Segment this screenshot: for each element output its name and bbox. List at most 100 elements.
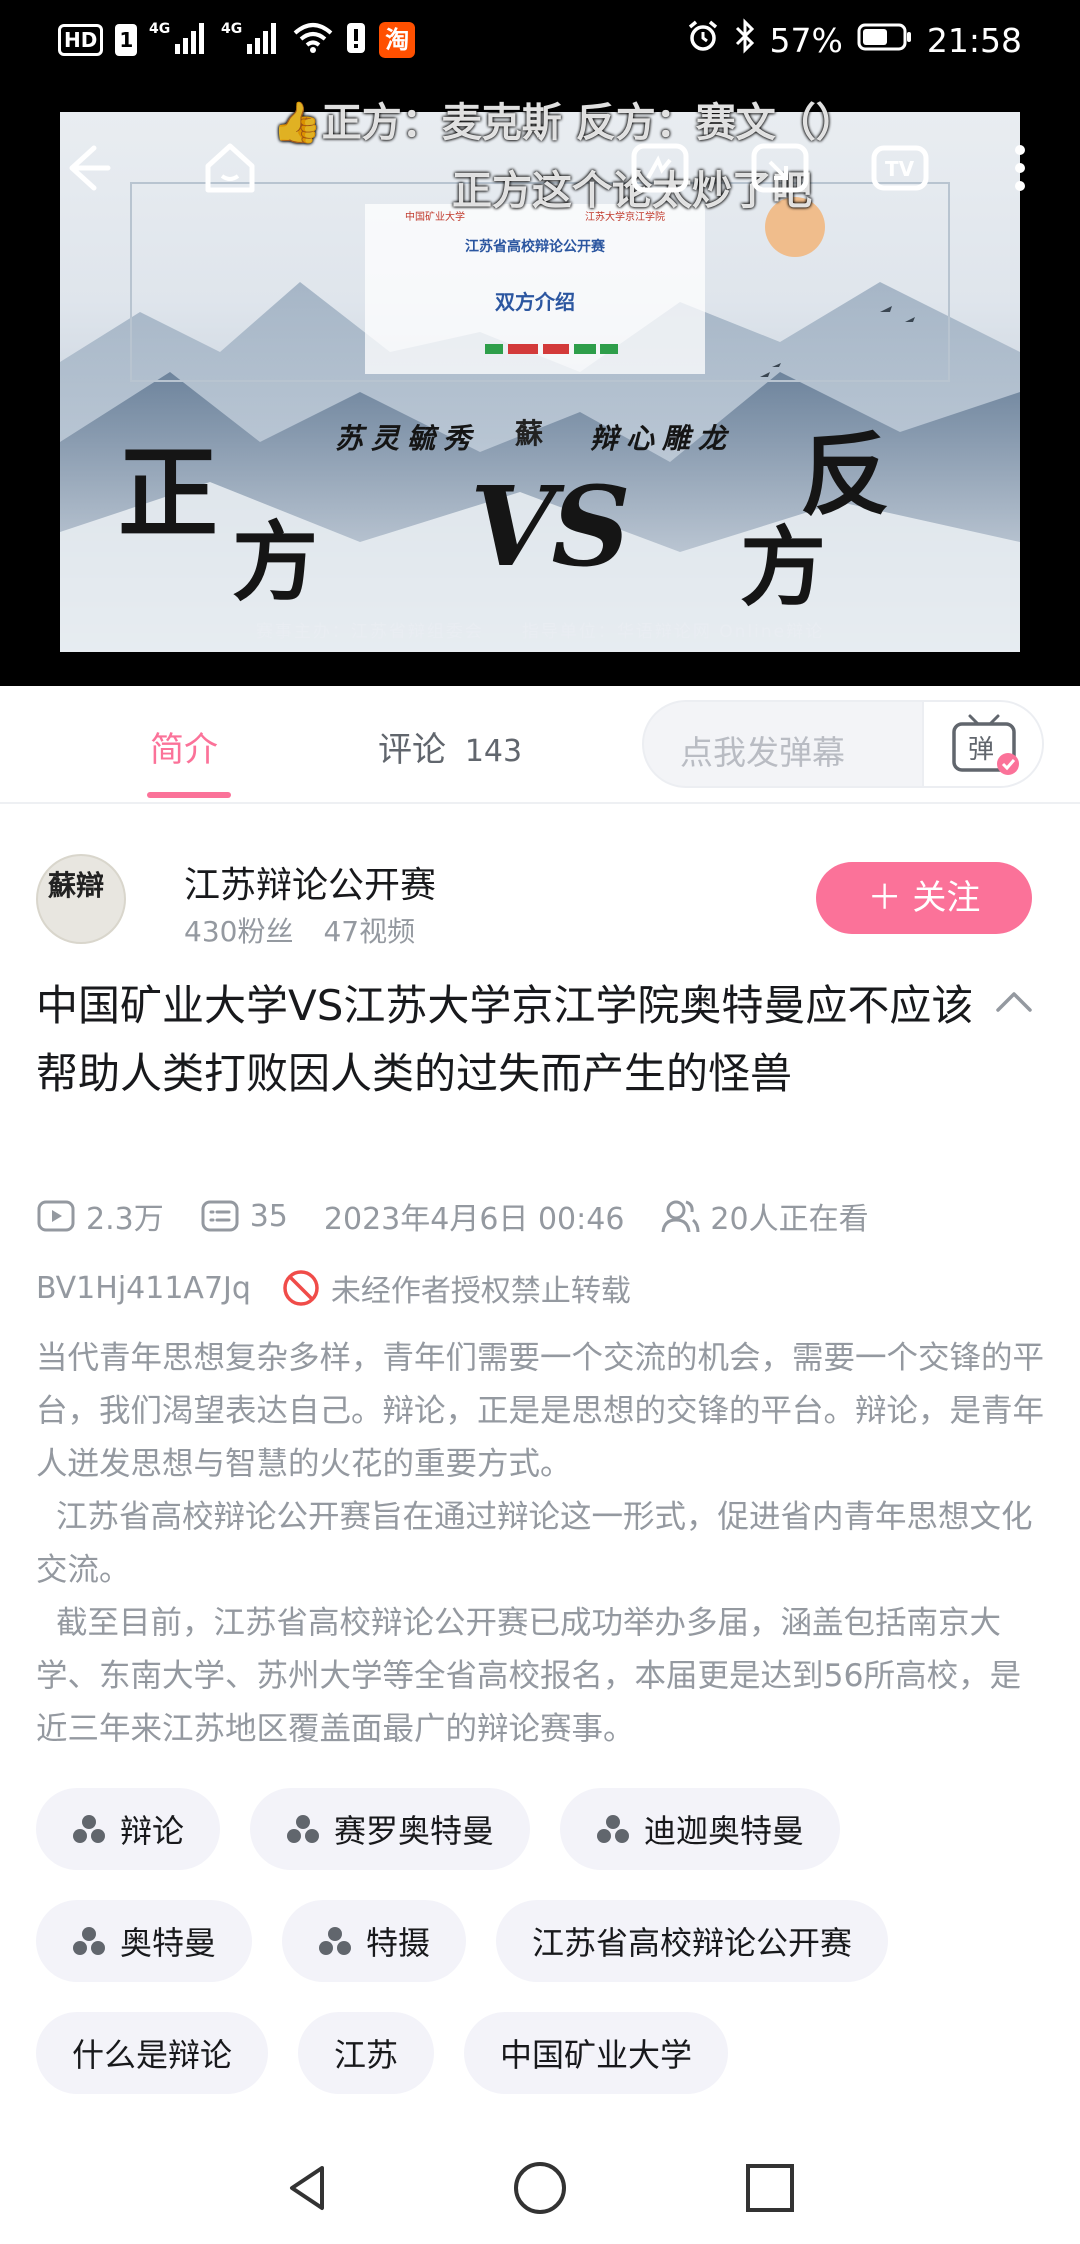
notification-icon bbox=[345, 21, 367, 59]
back-icon[interactable] bbox=[54, 136, 118, 200]
system-nav-bar bbox=[0, 2130, 1080, 2244]
uploader-name[interactable]: 江苏辩论公开赛 bbox=[184, 856, 436, 908]
hd-icon: HD bbox=[58, 24, 104, 56]
tag-chip[interactable]: 辩论 bbox=[36, 1788, 221, 1870]
home-icon[interactable] bbox=[198, 136, 262, 200]
inner-button-4 bbox=[574, 344, 596, 354]
status-left: HD 1 4G 4G 淘 bbox=[58, 20, 416, 60]
alarm-icon bbox=[686, 19, 720, 61]
bluetooth-icon bbox=[734, 18, 756, 62]
avatar-text: 蘇辯 bbox=[48, 869, 105, 902]
tag-label: 特摄 bbox=[366, 1924, 431, 1962]
follow-button[interactable]: ＋ 关注 bbox=[816, 862, 1032, 934]
tab-intro[interactable]: 简介 bbox=[150, 722, 218, 771]
watching-count: 20人正在看 bbox=[710, 1202, 869, 1237]
tag-chip[interactable]: 奥特曼 bbox=[36, 1900, 253, 1982]
status-time: 21:58 bbox=[926, 20, 1022, 60]
nav-back-icon[interactable] bbox=[278, 2158, 338, 2218]
no-repost-icon bbox=[283, 1270, 319, 1306]
tab-underline bbox=[147, 792, 231, 798]
tag-list: 辩论 赛罗奥特曼 迪迦奥特曼奥特曼 特摄 江苏省高校辩论公开赛什么是辩论 江苏 中国矿业大学 bbox=[36, 1788, 1046, 2094]
uploader-stats: 430粉丝 47视频 bbox=[184, 910, 415, 950]
watching-icon bbox=[661, 1200, 700, 1233]
svg-text:TV: TV bbox=[885, 157, 915, 181]
tag-label: 辩论 bbox=[120, 1812, 185, 1850]
danmaku-input[interactable]: 点我发弹幕 弹 bbox=[642, 700, 1044, 788]
more-icon[interactable] bbox=[1000, 136, 1040, 200]
inner-button-2 bbox=[508, 344, 538, 354]
tag-label: 什么是辩论 bbox=[72, 2036, 233, 2074]
pip-icon[interactable] bbox=[628, 136, 692, 200]
inner-subtitle: 双方介绍 bbox=[495, 290, 575, 314]
calligraphy-fang-right: 方 bbox=[740, 517, 826, 618]
inner-button-1 bbox=[485, 344, 503, 354]
sim-icon: 1 bbox=[115, 24, 138, 56]
tag-chip[interactable]: 中国矿业大学 bbox=[464, 2012, 729, 2094]
channel-icon bbox=[287, 1815, 320, 1843]
danmaku-placeholder: 点我发弹幕 bbox=[680, 733, 845, 772]
tab-bar: 简介 评论 143 点我发弹幕 弹 bbox=[0, 686, 1080, 804]
nav-home-icon[interactable] bbox=[510, 2158, 570, 2218]
status-bar: HD 1 4G 4G 淘 57% 21:58 bbox=[0, 0, 1080, 84]
inner-button-3 bbox=[543, 344, 569, 354]
danmaku-count: 35 bbox=[249, 1198, 288, 1234]
video-meta-2: BV1Hj411A7Jq 未经作者授权禁止转载 bbox=[36, 1266, 631, 1310]
tab-comments-label: 评论 bbox=[378, 730, 446, 770]
chevron-up-icon[interactable] bbox=[992, 984, 1036, 1018]
wifi-icon bbox=[293, 21, 333, 59]
channel-icon bbox=[73, 1927, 105, 1955]
channel-icon bbox=[319, 1927, 352, 1955]
status-right: 57% 21:58 bbox=[686, 18, 1022, 62]
nav-recents-icon[interactable] bbox=[740, 2158, 800, 2218]
tag-label: 中国矿业大学 bbox=[500, 2036, 693, 2074]
calligraphy-fang-left: 方 bbox=[232, 512, 318, 613]
tag-chip[interactable]: 江苏 bbox=[298, 2012, 435, 2094]
tv-cast-icon[interactable]: TV bbox=[868, 136, 932, 200]
publish-time: 2023年4月6日 00:46 bbox=[323, 1202, 625, 1237]
net-label-2: 4G bbox=[221, 21, 242, 37]
video-footer-text: 赛事主办：江苏省辩组委会 指导单位：华语辩论网 Online辩论 bbox=[255, 622, 825, 642]
inner-title: 江苏省高校辩论公开赛 bbox=[465, 239, 605, 255]
tab-comments-count: 143 bbox=[464, 734, 523, 769]
tag-label: 江苏省高校辩论公开赛 bbox=[532, 1924, 853, 1962]
play-count-icon bbox=[37, 1200, 75, 1232]
calligraphy-zheng: 正 bbox=[118, 434, 218, 552]
video-title: 中国矿业大学VS江苏大学京江学院奥特曼应不应该帮助人类打败因人类的过失而产生的怪… bbox=[36, 981, 974, 1098]
slogan-right: 辩心雕龙 bbox=[590, 422, 735, 455]
seal-mark: 蘇 bbox=[515, 417, 544, 450]
tag-label: 奥特曼 bbox=[120, 1924, 217, 1962]
uploader-avatar[interactable]: 蘇辯 bbox=[36, 854, 126, 944]
calligraphy-vs: VS bbox=[470, 462, 631, 591]
tab-comments[interactable]: 评论 143 bbox=[378, 722, 522, 771]
battery-percent: 57% bbox=[769, 20, 843, 60]
danmaku-toggle-button[interactable]: 弹 bbox=[922, 702, 1042, 786]
channel-icon bbox=[73, 1815, 105, 1843]
net-label-1: 4G bbox=[149, 21, 170, 37]
uploader-followers: 430粉丝 bbox=[184, 915, 294, 948]
slogan-left: 苏灵毓秀 bbox=[335, 422, 480, 455]
uploader-videos: 47视频 bbox=[323, 915, 416, 948]
channel-icon bbox=[597, 1815, 630, 1843]
danmaku-count-icon bbox=[201, 1200, 239, 1232]
share-screen-icon[interactable] bbox=[748, 136, 812, 200]
tag-chip[interactable]: 特摄 bbox=[282, 1900, 467, 1982]
taobao-icon: 淘 bbox=[379, 22, 416, 58]
video-description: 当代青年思想复杂多样，青年们需要一个交流的机会，需要一个交锋的平台，我们渴望表达… bbox=[36, 1340, 1045, 1747]
top-black-area: HD 1 4G 4G 淘 57% 21:58 中国矿业大学 江苏大学京江学院 江… bbox=[0, 0, 1080, 686]
bvid[interactable]: BV1Hj411A7Jq bbox=[36, 1271, 251, 1306]
svg-text:弹: 弹 bbox=[968, 735, 994, 765]
tag-chip[interactable]: 什么是辩论 bbox=[36, 2012, 269, 2094]
copyright-notice: 未经作者授权禁止转载 bbox=[330, 1274, 631, 1309]
tag-chip[interactable]: 江苏省高校辩论公开赛 bbox=[496, 1900, 889, 1982]
tag-chip[interactable]: 赛罗奥特曼 bbox=[250, 1788, 531, 1870]
danmaku-icon: 弹 bbox=[952, 714, 1019, 775]
inner-button-5 bbox=[600, 344, 618, 354]
signal-icon: 4G bbox=[149, 20, 209, 60]
view-count: 2.3万 bbox=[86, 1202, 164, 1237]
signal-icon-2: 4G bbox=[221, 20, 281, 60]
video-meta: 2.3万 35 2023年4月6日 00:46 20人正在看 bbox=[36, 1194, 869, 1238]
tag-label: 赛罗奥特曼 bbox=[334, 1812, 495, 1850]
battery-icon bbox=[857, 21, 913, 60]
tag-label: 迪迦奥特曼 bbox=[644, 1812, 805, 1850]
tag-chip[interactable]: 迪迦奥特曼 bbox=[560, 1788, 841, 1870]
